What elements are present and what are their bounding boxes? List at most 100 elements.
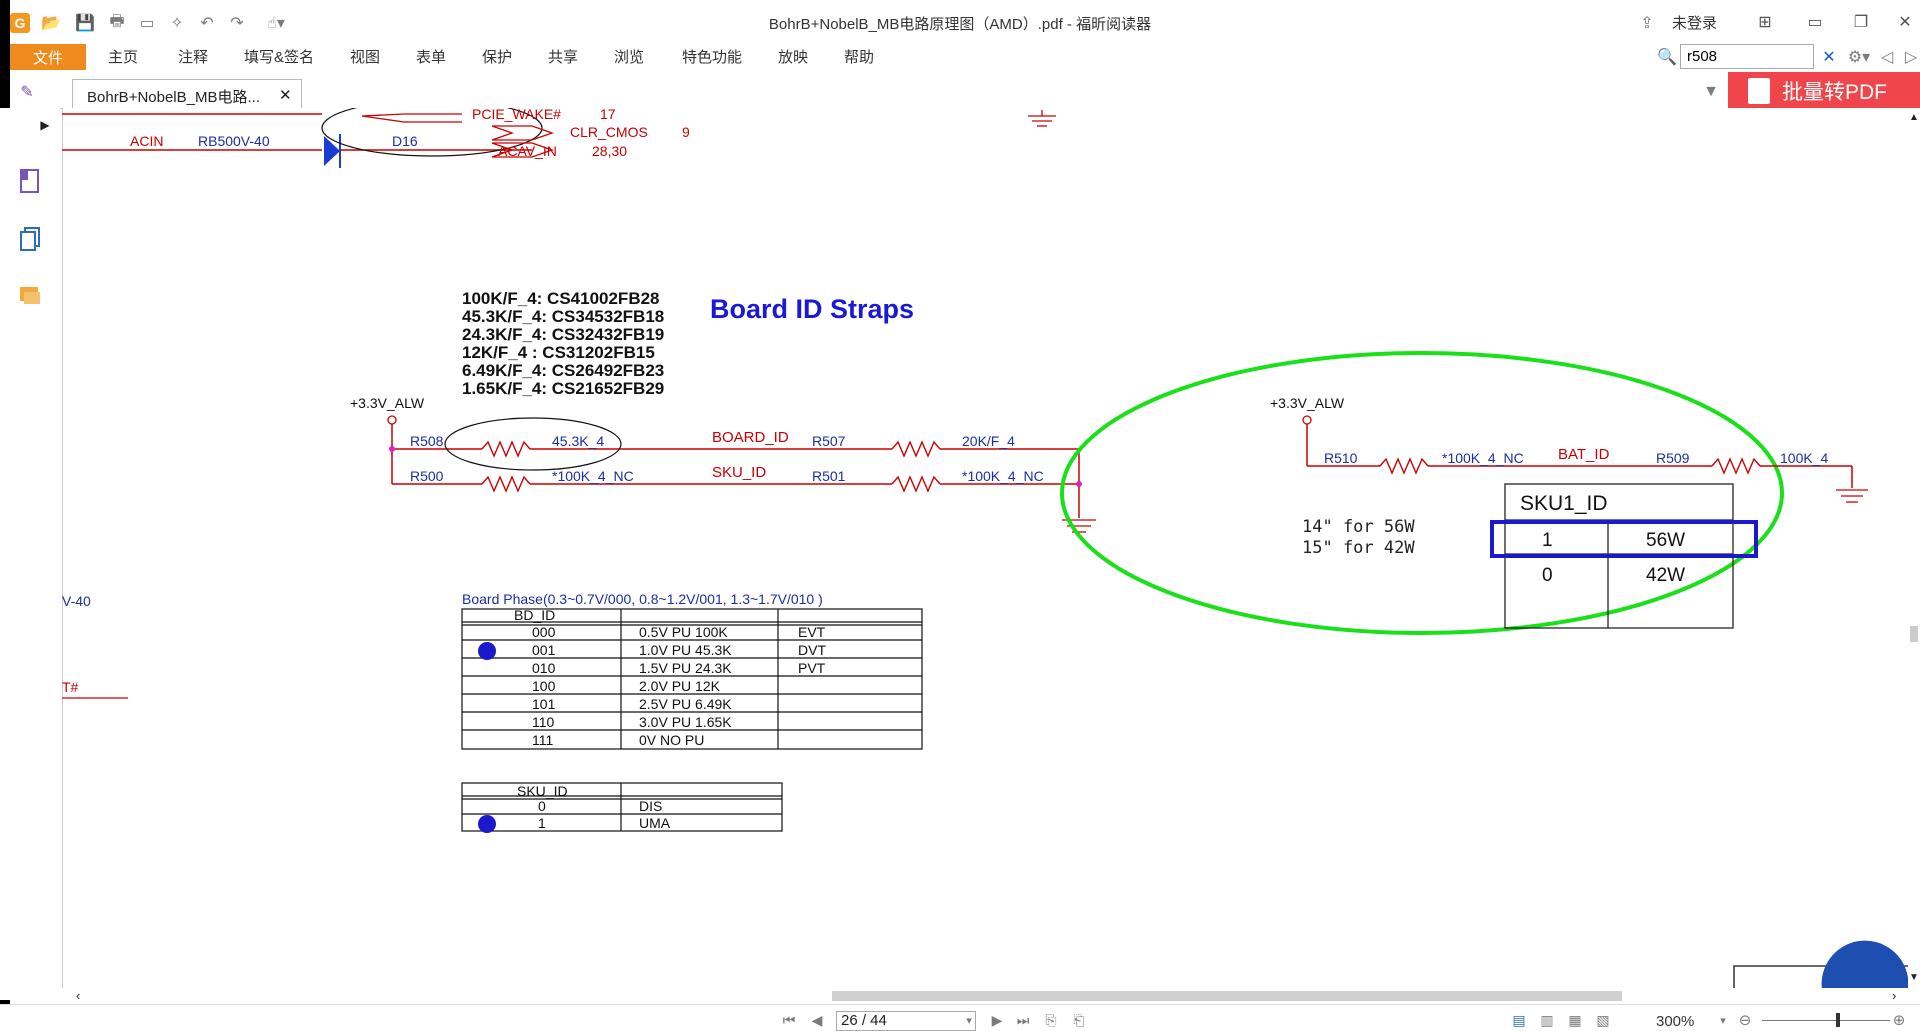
comments-icon[interactable] [18, 284, 42, 310]
zoom-level[interactable]: 300% [1656, 1013, 1694, 1030]
scroll-down-icon[interactable]: ▼ [1909, 972, 1919, 983]
board-phase-header: BD_ID [514, 607, 555, 623]
sku-row-id: 0 [538, 798, 546, 814]
menu-annotate[interactable]: 注释 [178, 46, 208, 67]
share-icon[interactable]: ⇪ [1636, 12, 1658, 34]
next-page-icon[interactable]: ▶ [986, 1009, 1008, 1031]
ref-r500: R500 [410, 468, 444, 484]
close-window-button[interactable]: ✕ [1890, 10, 1920, 34]
sku1-row-watt: 56W [1646, 530, 1685, 551]
facing-page-icon[interactable]: ▦ [1564, 1009, 1586, 1031]
zoom-slider-thumb[interactable] [1836, 1013, 1840, 1027]
zoom-dropdown-icon[interactable]: ▾ [1712, 1009, 1734, 1031]
page-number-input[interactable]: 26 / 44 [836, 1011, 976, 1031]
search-prev-icon[interactable]: ◁ [1876, 46, 1898, 68]
part-list-item: 12K/F_4 : CS31202FB15 [462, 343, 655, 362]
next-view-icon[interactable]: ⎗ [1068, 1009, 1090, 1031]
phase-row-voltage: 0.5V PU 100K [639, 624, 728, 640]
minimize-button[interactable]: ▭ [1800, 10, 1830, 34]
expand-panel-icon[interactable]: ▶ [34, 114, 56, 136]
menu-view[interactable]: 视图 [350, 46, 380, 67]
vertical-scroll-thumb[interactable] [1910, 626, 1918, 642]
phase-row-stage: PVT [798, 660, 826, 676]
ref-r507: R507 [812, 433, 846, 449]
ref-r501: R501 [812, 468, 846, 484]
net-clr-cmos-page: 9 [682, 124, 690, 140]
net-clr-cmos: CLR_CMOS [570, 124, 648, 140]
window-title: BohrB+NobelB_MB电路原理图（AMD）.pdf - 福昕阅读器 [768, 16, 1152, 33]
first-page-icon[interactable]: ⏮ [778, 1009, 800, 1031]
value-r507: 20K/F_4 [962, 433, 1015, 449]
search-field[interactable] [1680, 44, 1814, 69]
previous-view-icon[interactable]: ⎘ [1040, 1009, 1062, 1031]
clear-search-icon[interactable]: ✕ [1818, 46, 1840, 68]
menu-fill-sign[interactable]: 填写&签名 [244, 46, 314, 67]
phase-row-voltage: 3.0V PU 1.65K [639, 714, 732, 730]
zoom-in-icon[interactable]: ⊕ [1888, 1009, 1910, 1031]
bookmark-page-icon[interactable] [18, 168, 42, 194]
phase-row-id: 101 [532, 696, 556, 712]
net-bat-id: BAT_ID [1558, 446, 1610, 463]
net-acav-in-page: 28,30 [592, 143, 627, 159]
ref-r510: R510 [1324, 450, 1358, 466]
batch-convert-pdf-button[interactable]: 批量转PDF [1728, 72, 1920, 110]
scroll-left-icon[interactable]: ‹ [76, 988, 80, 1003]
pen-tool-icon[interactable]: ✎ [16, 81, 38, 103]
page-dropdown-icon[interactable]: ▾ [958, 1009, 980, 1031]
phase-row-voltage: 1.5V PU 24.3K [639, 660, 732, 676]
document-tab[interactable]: BohrB+NobelB_MB电路... ✕ [72, 79, 302, 110]
layout-icon[interactable]: ⊞ [1750, 10, 1780, 34]
batch-convert-pdf-label: 批量转PDF [1782, 81, 1887, 104]
menu-file[interactable]: 文件 [10, 44, 86, 70]
continuous-facing-icon[interactable]: ▧ [1592, 1009, 1614, 1031]
horizontal-scroll-thumb[interactable] [832, 991, 1622, 1001]
search-folder-icon: 🔍 [1657, 49, 1677, 66]
board-id-straps-heading: Board ID Straps [710, 294, 914, 324]
last-page-icon[interactable]: ⏭ [1012, 1009, 1034, 1031]
zoom-slider-track[interactable] [1762, 1020, 1890, 1021]
highlight-rectangle [1490, 520, 1758, 558]
sku1-row-watt: 42W [1646, 565, 1685, 586]
net-board-id: BOARD_ID [712, 429, 789, 446]
menu-form[interactable]: 表单 [416, 46, 446, 67]
value-r508: 45.3K_4 [552, 433, 604, 449]
menu-browse[interactable]: 浏览 [614, 46, 644, 67]
menu-slideshow[interactable]: 放映 [778, 46, 808, 67]
vertical-scrollbar[interactable]: ▲ ▼ [1908, 108, 1920, 988]
navigation-panel: ▶ [0, 108, 60, 1000]
sku-id-header: SKU_ID [517, 783, 568, 799]
menu-features[interactable]: 特色功能 [682, 46, 742, 67]
scroll-up-icon[interactable]: ▲ [1909, 112, 1919, 123]
continuous-page-icon[interactable]: ▥ [1536, 1009, 1558, 1031]
menu-home[interactable]: 主页 [108, 46, 138, 67]
note-15-inch: 15" for 42W [1302, 538, 1415, 558]
search-input[interactable] [1685, 47, 1789, 66]
search-settings-icon[interactable]: ⚙▾ [1842, 46, 1876, 68]
menu-help[interactable]: 帮助 [844, 46, 874, 67]
menu-protect[interactable]: 保护 [482, 46, 512, 67]
phase-row-voltage: 1.0V PU 45.3K [639, 642, 732, 658]
net-acin: ACIN [130, 133, 163, 149]
single-page-icon[interactable]: ▤ [1508, 1009, 1530, 1031]
phase-row-id: 010 [532, 660, 556, 676]
phase-row-voltage: 0V NO PU [639, 732, 704, 748]
login-link[interactable]: 未登录 [1672, 12, 1717, 33]
phase-row-stage: EVT [798, 624, 826, 640]
phase-row-voltage: 2.0V PU 12K [639, 678, 721, 694]
net-pcie-wake-page: 17 [600, 108, 616, 122]
thumbnails-icon[interactable] [18, 226, 42, 252]
title-bar: G 📂 💾 🖶 ▭ ✧ ↶ ↷ ☝▾ BohrB+NobelB_MB电路原理图（… [0, 0, 1920, 44]
horizontal-scrollbar[interactable]: ‹ › [60, 988, 1910, 1004]
scroll-right-icon[interactable]: › [1892, 988, 1896, 1003]
ref-d16: D16 [392, 133, 418, 149]
phase-row-id: 001 [532, 642, 556, 658]
document-page: PCIE_WAKE# 17 CLR_CMOS 9 ACIN RB500V-40 … [62, 108, 1908, 990]
tab-close-icon[interactable]: ✕ [279, 86, 292, 104]
value-r501: *100K_4_NC [962, 468, 1044, 484]
tab-dropdown-icon[interactable]: ▼ [1700, 81, 1722, 103]
menu-share[interactable]: 共享 [548, 46, 578, 67]
zoom-out-icon[interactable]: ⊖ [1734, 1009, 1756, 1031]
restore-button[interactable]: ❐ [1846, 10, 1876, 34]
previous-page-icon[interactable]: ◀ [806, 1009, 828, 1031]
search-next-icon[interactable]: ▷ [1900, 46, 1920, 68]
